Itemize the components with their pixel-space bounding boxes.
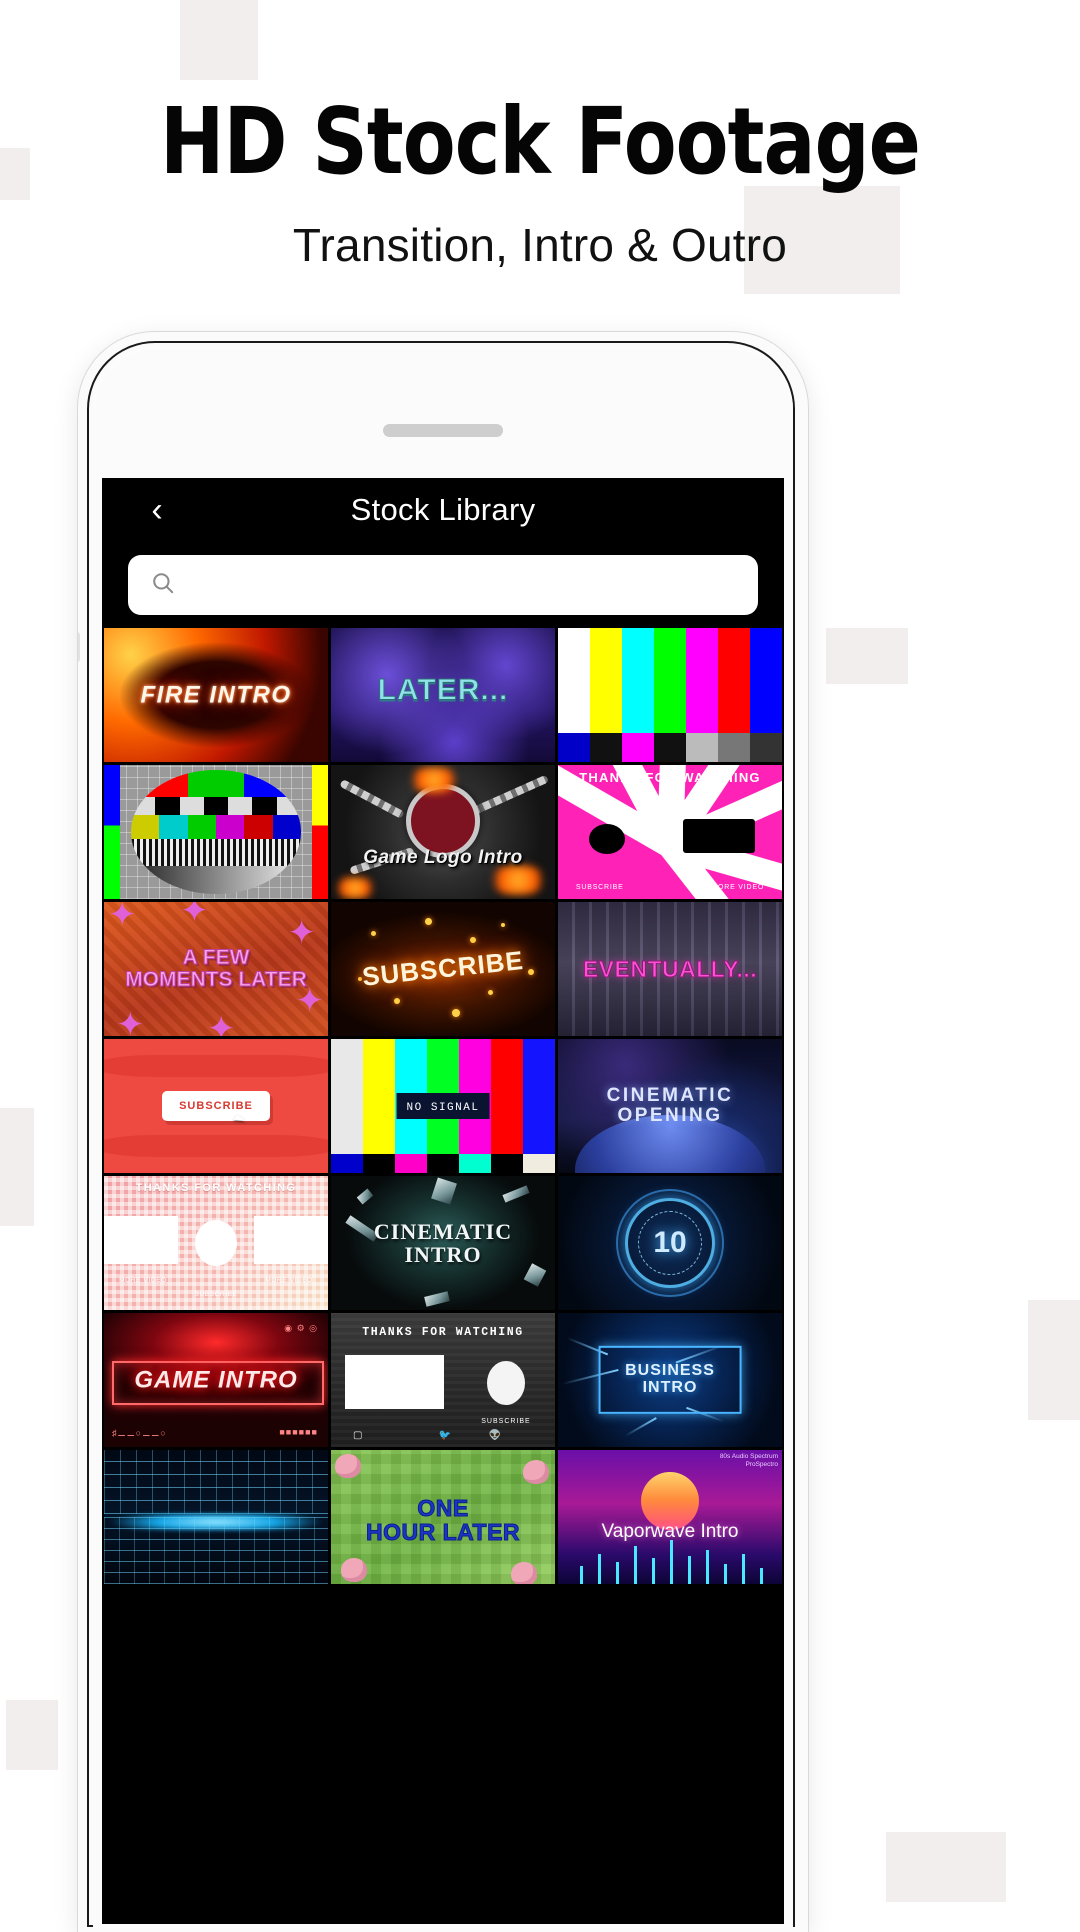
thumbnail-art: ✦ ✦ ✦ ✦ ✦ ✦: [104, 902, 328, 1036]
phone-mockup: ‹ Stock Library FIRE INTRO LATER... Game…: [78, 332, 808, 1932]
thumbnail-sublabel: MORE VIDEO: [265, 1277, 313, 1284]
grid-item-a-few-moments[interactable]: ✦ ✦ ✦ ✦ ✦ ✦ A FEW MOMENTS LATER: [104, 902, 328, 1036]
app-bar: ‹ Stock Library: [102, 478, 784, 542]
promo-subheadline: Transition, Intro & Outro: [292, 219, 788, 271]
stock-footage-grid: FIRE INTRO LATER... Game Logo Intro SUBS…: [102, 628, 784, 1584]
thumbnail-art: [558, 1039, 782, 1173]
search-icon: [150, 570, 176, 601]
decor-square: [886, 1832, 1006, 1902]
decor-square: [180, 0, 258, 80]
phone-speaker-grille: [383, 424, 503, 437]
thumbnail-art: [104, 628, 328, 762]
grid-item-game-logo-intro[interactable]: Game Logo Intro: [331, 765, 555, 899]
thumbnail-art: [558, 1313, 782, 1447]
grid-item-no-signal[interactable]: NO SIGNAL: [331, 1039, 555, 1173]
decor-square: [0, 148, 30, 200]
grid-item-cinematic-opening[interactable]: CINEMATIC OPENING: [558, 1039, 782, 1173]
grid-item-game-intro[interactable]: ◉ ⚙ ◎ ♯⚊⚊○⚊⚊○ ■■■■■■ GAME INTRO: [104, 1313, 328, 1447]
thumbnail-art: [331, 765, 555, 899]
thumbnail-label: 10: [653, 1226, 687, 1259]
thumbnail-label: NO SIGNAL: [406, 1102, 480, 1114]
thumbnail-art: [331, 902, 555, 1036]
thumbnail-sublabel: SUBSCRIBE: [481, 1418, 531, 1425]
promo-headline: HD Stock Footage: [160, 88, 921, 195]
grid-item-business-intro[interactable]: BUSINESS INTRO: [558, 1313, 782, 1447]
grid-item-retro-grid[interactable]: [104, 1450, 328, 1584]
decor-square: [1028, 1300, 1080, 1420]
twitter-icon: 🐦: [438, 1430, 451, 1441]
grid-item-tv-test-pattern[interactable]: [104, 765, 328, 899]
thumbnail-art: MORE VIDEO SUBSCRIBE MORE VIDEO: [104, 1176, 328, 1310]
decor-square: [6, 1700, 58, 1770]
thumbnail-art: [104, 765, 328, 899]
thumbnail-art: [558, 902, 782, 1036]
grid-item-thanks-pink[interactable]: SUBSCRIBE MORE VIDEO THANKS FOR WATCHING: [558, 765, 782, 899]
thumbnail-art: ◉ ⚙ ◎ ♯⚊⚊○⚊⚊○ ■■■■■■: [104, 1313, 328, 1447]
search-bar[interactable]: [128, 555, 758, 615]
phone-side-button: [78, 632, 80, 662]
thumbnail-art: 10: [558, 1176, 782, 1310]
search-bar-container: [102, 542, 784, 628]
thumbnail-art: 80s Audio Spectrum ProSpectro: [558, 1450, 782, 1584]
thumbnail-sublabel: SUBSCRIBE: [575, 884, 624, 891]
thumbnail-label: SUBSCRIBE: [179, 1100, 253, 1112]
thumbnail-art: SUBSCRIBE ▢ 🐦 👽: [331, 1313, 555, 1447]
phone-screen: ‹ Stock Library FIRE INTRO LATER... Game…: [102, 478, 784, 1924]
grid-item-fire-intro[interactable]: FIRE INTRO: [104, 628, 328, 762]
grid-item-subscribe-button[interactable]: SUBSCRIBE: [104, 1039, 328, 1173]
grid-item-eventually[interactable]: EVENTUALLY...: [558, 902, 782, 1036]
thumbnail-art: [558, 628, 782, 762]
grid-item-later[interactable]: LATER...: [331, 628, 555, 762]
decor-square: [826, 628, 908, 684]
thumbnail-sublabel: MORE VIDEO: [119, 1277, 167, 1284]
thumbnail-sublabel: SUBSCRIBE: [194, 1291, 238, 1298]
snapchat-icon: 👽: [488, 1430, 502, 1441]
grid-item-color-bars[interactable]: [558, 628, 782, 762]
page-title: Stock Library: [350, 492, 536, 527]
grid-item-one-hour-later[interactable]: ONE HOUR LATER: [331, 1450, 555, 1584]
thumbnail-art: SUBSCRIBE: [104, 1039, 328, 1173]
instagram-icon: ▢: [353, 1430, 363, 1441]
decor-square: [0, 1108, 34, 1226]
thumbnail-art: [331, 628, 555, 762]
grid-item-cinematic-intro[interactable]: CINEMATIC INTRO: [331, 1176, 555, 1310]
thumbnail-art: [104, 1450, 328, 1584]
search-input[interactable]: [190, 570, 736, 600]
no-signal-badge: NO SIGNAL: [396, 1093, 490, 1119]
grid-item-subscribe-fire[interactable]: SUBSCRIBE: [331, 902, 555, 1036]
subscribe-button-art: SUBSCRIBE: [162, 1091, 270, 1121]
grid-item-vaporwave-intro[interactable]: 80s Audio Spectrum ProSpectro Vaporwave …: [558, 1450, 782, 1584]
thumbnail-art: [331, 1450, 555, 1584]
thumbnail-art: [331, 1176, 555, 1310]
grid-item-countdown-10[interactable]: 10: [558, 1176, 782, 1310]
grid-item-endscreen-pink[interactable]: MORE VIDEO SUBSCRIBE MORE VIDEO THANKS F…: [104, 1176, 328, 1310]
thumbnail-art: NO SIGNAL: [331, 1039, 555, 1173]
grid-item-endscreen-dark[interactable]: SUBSCRIBE ▢ 🐦 👽 THANKS FOR WATCHING: [331, 1313, 555, 1447]
thumbnail-sublabel: 80s Audio Spectrum ProSpectro: [719, 1453, 778, 1469]
thumbnail-sublabel: MORE VIDEO: [711, 884, 765, 891]
thumbnail-art: SUBSCRIBE MORE VIDEO: [558, 765, 782, 899]
